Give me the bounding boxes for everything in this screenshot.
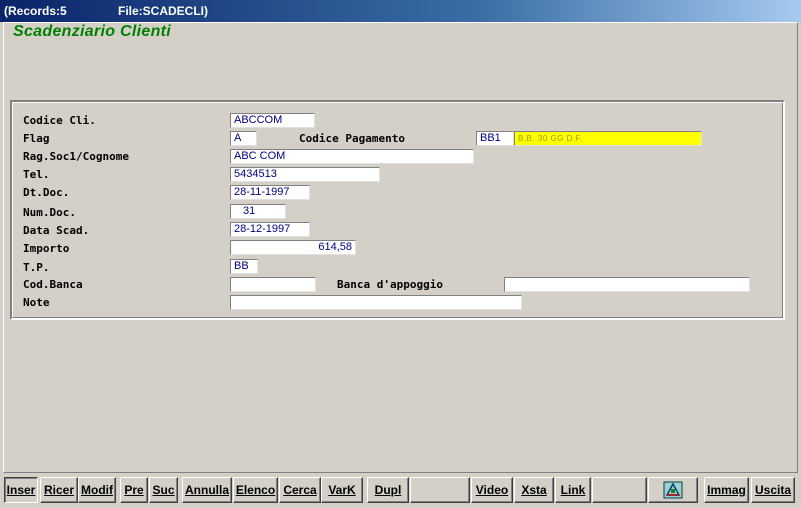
- label-codice-cli: Codice Cli.: [23, 114, 96, 127]
- codice-pagamento-description: B.B. 30 GG D.F.: [514, 131, 702, 146]
- label-rag-soc: Rag.Soc1/Cognome: [23, 150, 129, 163]
- dt-doc-field[interactable]: 28-11-1997: [230, 185, 310, 200]
- drafting-cube-icon: [663, 481, 683, 499]
- blank-button-1[interactable]: [410, 477, 470, 503]
- modif-button[interactable]: Modif: [78, 477, 116, 503]
- label-dt-doc: Dt.Doc.: [23, 186, 70, 199]
- label-cod-banca: Cod.Banca: [23, 278, 83, 291]
- xsta-button[interactable]: Xsta: [514, 477, 554, 503]
- elenco-button[interactable]: Elenco: [233, 477, 278, 503]
- blank-button-2[interactable]: [592, 477, 647, 503]
- data-scad-field[interactable]: 28-12-1997: [230, 222, 310, 237]
- tool-icon-button[interactable]: [648, 477, 698, 503]
- dupl-button[interactable]: Dupl: [367, 477, 409, 503]
- title-bar: (Records:5 File:SCADECLI): [0, 0, 801, 22]
- label-importo: Importo: [23, 242, 70, 255]
- link-button[interactable]: Link: [555, 477, 591, 503]
- importo-field[interactable]: 614,58: [230, 240, 356, 255]
- tel-field[interactable]: 5434513: [230, 167, 380, 182]
- label-note: Note: [23, 296, 50, 309]
- codice-pagamento-field[interactable]: BB1: [476, 131, 514, 146]
- label-tel: Tel.: [23, 168, 50, 181]
- note-field[interactable]: [230, 295, 522, 310]
- file-name: File:SCADECLI): [118, 4, 208, 18]
- rag-soc-field[interactable]: ABC COM: [230, 149, 474, 164]
- cod-banca-field[interactable]: [230, 277, 316, 292]
- cerca-button[interactable]: Cerca: [279, 477, 321, 503]
- page-title: Scadenziario Clienti: [13, 23, 172, 40]
- tp-field[interactable]: BB: [230, 259, 258, 274]
- uscita-button[interactable]: Uscita: [751, 477, 795, 503]
- pre-button[interactable]: Pre: [120, 477, 148, 503]
- ricer-button[interactable]: Ricer: [40, 477, 78, 503]
- codice-cli-field[interactable]: ABCCOM: [230, 113, 315, 128]
- num-doc-field[interactable]: 31: [230, 204, 286, 219]
- vark-button[interactable]: VarK: [321, 477, 363, 503]
- suc-button[interactable]: Suc: [149, 477, 178, 503]
- annulla-button[interactable]: Annulla: [182, 477, 232, 503]
- banca-appoggio-field[interactable]: [504, 277, 750, 292]
- video-button[interactable]: Video: [471, 477, 513, 503]
- bottom-toolbar: Inser Ricer Modif Pre Suc Annulla Elenco…: [3, 475, 798, 505]
- immag-button[interactable]: Immag: [704, 477, 749, 503]
- label-flag: Flag: [23, 132, 50, 145]
- label-banca-appoggio: Banca d'appoggio: [337, 278, 443, 291]
- inser-button[interactable]: Inser: [4, 477, 38, 503]
- label-num-doc: Num.Doc.: [23, 206, 76, 219]
- records-count: (Records:5: [4, 4, 67, 18]
- label-tp: T.P.: [23, 261, 50, 274]
- label-codice-pagamento: Codice Pagamento: [299, 132, 405, 145]
- flag-field[interactable]: A: [230, 131, 257, 146]
- label-data-scad: Data Scad.: [23, 224, 90, 237]
